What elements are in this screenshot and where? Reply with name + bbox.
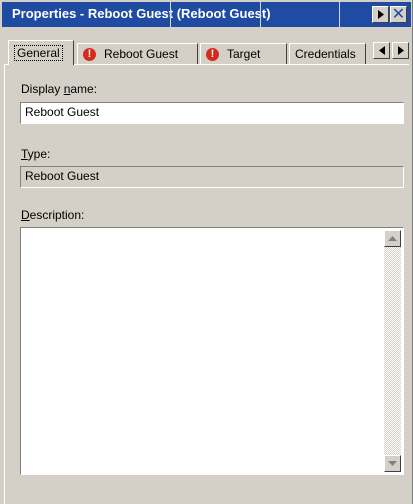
tab-general[interactable]: General [8,40,74,65]
scroll-down-button[interactable] [384,455,401,472]
tab-reboot-guest[interactable]: ! Reboot Guest [77,43,198,64]
triangle-down-icon [388,461,397,466]
tab-scroll-right-button[interactable] [392,42,409,59]
error-icon: ! [206,47,219,61]
window-title: Properties - Reboot Guest (Reboot Guest) [12,6,271,21]
title-divider [260,2,261,27]
error-icon: ! [83,47,96,61]
scroll-up-button[interactable] [384,230,401,247]
tab-label: Target [227,47,261,61]
tab-label: General [14,45,63,61]
tab-target[interactable]: ! Target [200,43,287,64]
tab-scroll-left-button[interactable] [373,42,390,59]
triangle-right-icon [377,10,384,19]
display-name-label: Display name: [21,82,98,96]
close-icon: ✕ [391,5,406,23]
close-button[interactable]: ✕ [390,6,407,23]
type-label: Type: [21,147,51,161]
triangle-right-icon [397,46,404,55]
title-bar[interactable]: Properties - Reboot Guest (Reboot Guest)… [2,2,411,27]
description-textarea[interactable] [20,227,404,475]
tab-credentials[interactable]: Credentials [289,43,366,64]
type-field: Reboot Guest [20,166,404,188]
vertical-scrollbar[interactable] [384,230,401,472]
properties-dialog: Properties - Reboot Guest (Reboot Guest)… [0,0,413,504]
triangle-up-icon [388,236,397,241]
tab-label: Credentials [295,47,356,61]
triangle-left-icon [378,46,385,55]
tab-label: Reboot Guest [104,47,179,61]
title-divider [170,2,171,27]
tab-strip: General ! Reboot Guest ! Target Credenti… [0,40,413,65]
scroll-right-title-button[interactable] [372,6,389,23]
display-name-input[interactable]: Reboot Guest [20,102,404,124]
description-label: Description: [21,208,85,222]
title-divider [339,2,340,27]
